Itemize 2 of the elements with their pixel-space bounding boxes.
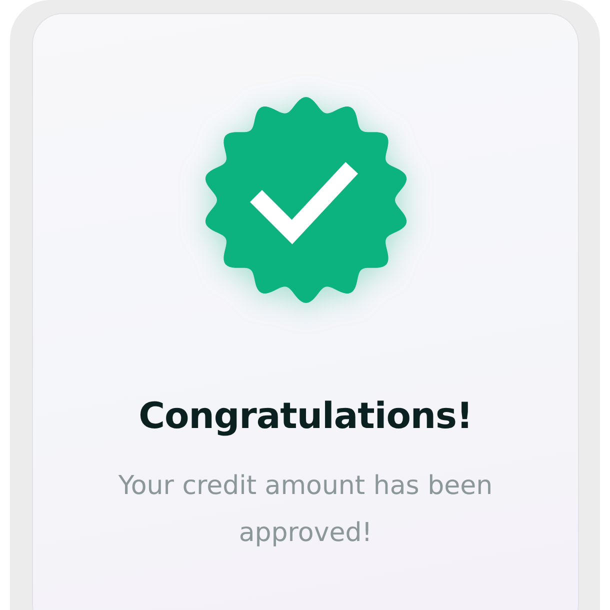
title: Congratulations! [138, 396, 472, 437]
message: Your credit amount has been approved! [117, 470, 494, 550]
